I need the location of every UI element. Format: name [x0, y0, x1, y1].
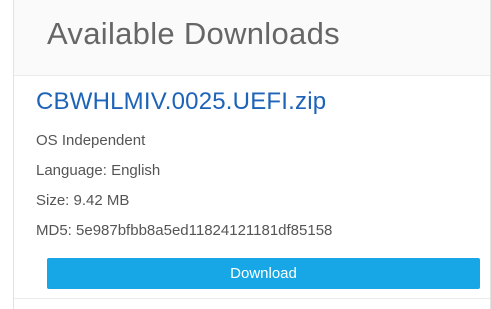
- divider: [14, 298, 490, 299]
- panel-header: Available Downloads: [14, 0, 490, 76]
- size-info: Size: 9.42 MB: [36, 192, 130, 209]
- file-name-link[interactable]: CBWHLMIV.0025.UEFI.zip: [36, 88, 326, 116]
- panel-title: Available Downloads: [47, 16, 340, 51]
- downloads-panel: Available Downloads CBWHLMIV.0025.UEFI.z…: [13, 0, 491, 309]
- md5-info: MD5: 5e987bfbb8a5ed11824121181df85158: [36, 222, 333, 239]
- file-details-list: OS Independent Language: English Size: 9…: [36, 133, 332, 253]
- language-info: Language: English: [36, 162, 161, 179]
- download-button[interactable]: Download: [47, 258, 480, 289]
- os-info: OS Independent: [36, 132, 146, 149]
